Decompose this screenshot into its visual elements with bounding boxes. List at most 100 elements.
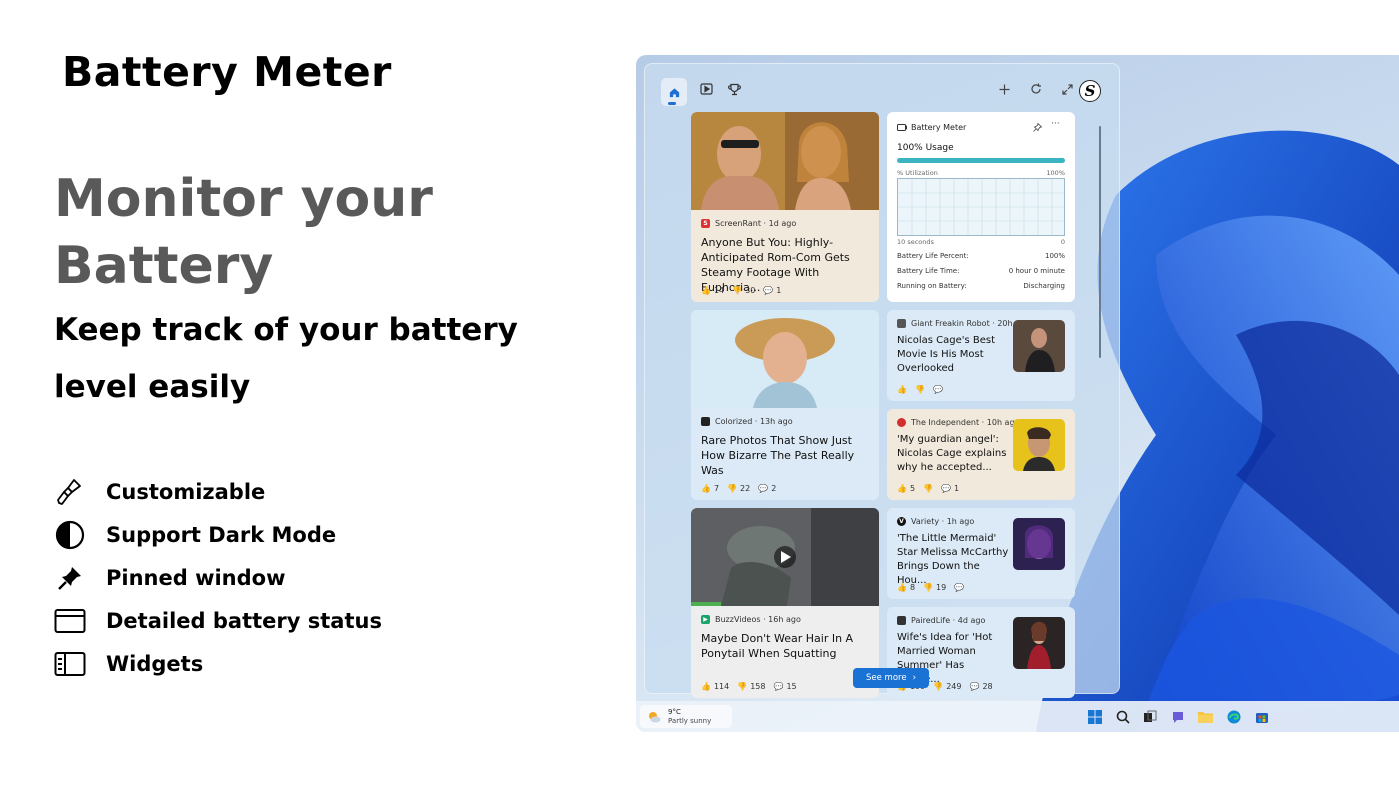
expand-button[interactable] xyxy=(1056,78,1078,100)
dislike-button[interactable]: 👎 xyxy=(923,484,933,493)
tab-video[interactable] xyxy=(695,78,717,100)
dislike-button[interactable]: 👎 249 xyxy=(933,682,961,691)
like-button[interactable]: 👍 14 xyxy=(701,286,724,295)
thumbs-down-icon: 👎 xyxy=(727,484,738,493)
news-card[interactable]: ▶ BuzzVideos · 16h ago Maybe Don't Wear H… xyxy=(691,508,879,698)
news-headline[interactable]: Maybe Don't Wear Hair In A Ponytail When… xyxy=(701,631,873,661)
feature-item: Customizable xyxy=(54,470,382,513)
search-icon[interactable] xyxy=(1115,709,1130,724)
feature-label: Widgets xyxy=(106,651,204,676)
max-label: 100% xyxy=(1046,169,1065,177)
battery-icon xyxy=(897,124,907,131)
weather-widget[interactable]: 9°C Partly sunny xyxy=(640,705,732,728)
thumbs-down-icon: 👎 xyxy=(732,286,743,295)
like-button[interactable]: 👍 114 xyxy=(701,682,729,691)
battery-usage-text: 100% Usage xyxy=(897,143,954,153)
dislike-button[interactable]: 👎 158 xyxy=(737,682,765,691)
battery-meter-widget[interactable]: Battery Meter ··· 100% Usage % Utilizati… xyxy=(887,112,1075,302)
dislike-button[interactable]: 👎 30 xyxy=(732,286,755,295)
dislike-button[interactable]: 👎 xyxy=(915,385,925,394)
thumbs-up-icon: 👍 xyxy=(701,484,711,493)
comment-button[interactable]: 💬 1 xyxy=(763,286,781,295)
pin-icon[interactable] xyxy=(1033,123,1042,132)
widget-title: Battery Meter xyxy=(911,123,967,132)
panel-toolbar: S xyxy=(645,64,1119,110)
news-source: V Variety · 1h ago xyxy=(897,517,974,526)
tab-home[interactable] xyxy=(661,78,687,106)
panel-scrollbar[interactable] xyxy=(1099,126,1101,358)
tab-sports[interactable] xyxy=(723,78,745,100)
widgets-panel: S S ScreenRant · 1d ago Anyone But You: H… xyxy=(644,63,1120,698)
feature-item: Detailed battery status xyxy=(54,599,382,642)
news-card[interactable]: Colorized · 13h ago Rare Photos That Sho… xyxy=(691,310,879,500)
comment-icon: 💬 xyxy=(773,682,784,691)
avatar[interactable]: S xyxy=(1079,80,1101,102)
comment-icon: 💬 xyxy=(932,385,943,394)
edge-icon[interactable] xyxy=(1226,709,1241,724)
time-label: 10 seconds xyxy=(897,238,934,246)
news-source: PairedLife · 4d ago xyxy=(897,616,985,625)
more-options-icon[interactable]: ··· xyxy=(1051,119,1060,129)
news-stats: 👍 114 👎 158 💬 15 xyxy=(701,682,797,691)
refresh-icon xyxy=(1031,83,1041,94)
comment-button[interactable]: 💬 xyxy=(933,385,943,394)
source-icon xyxy=(701,417,710,426)
news-thumbnail xyxy=(1013,518,1065,570)
dislike-button[interactable]: 👎 19 xyxy=(923,583,946,592)
comment-button[interactable]: 💬 1 xyxy=(941,484,959,493)
thumbs-up-icon: 👍 xyxy=(897,385,907,394)
comment-button[interactable]: 💬 28 xyxy=(970,682,993,691)
thumbs-down-icon: 👎 xyxy=(737,682,748,691)
comment-button[interactable]: 💬 2 xyxy=(758,484,776,493)
thumbs-down-icon: 👎 xyxy=(933,682,944,691)
headline: Monitor your Battery xyxy=(54,169,433,296)
news-headline[interactable]: Rare Photos That Show Just How Bizarre T… xyxy=(701,433,873,478)
dislike-button[interactable]: 👎 22 xyxy=(727,484,750,493)
feature-label: Support Dark Mode xyxy=(106,522,337,547)
app-title: Battery Meter xyxy=(62,48,392,96)
news-image xyxy=(691,508,879,606)
comment-button[interactable]: 💬 xyxy=(954,583,964,592)
refresh-button[interactable] xyxy=(1025,78,1047,100)
plus-icon xyxy=(999,84,1009,94)
add-widget-button[interactable] xyxy=(993,78,1015,100)
news-headline[interactable]: 'My guardian angel': Nicolas Cage explai… xyxy=(897,433,1009,475)
see-more-button[interactable]: See more › xyxy=(853,668,929,688)
comment-button[interactable]: 💬 15 xyxy=(774,682,797,691)
thumbs-up-icon: 👍 xyxy=(897,484,907,493)
news-source: S ScreenRant · 1d ago xyxy=(701,219,796,228)
news-card[interactable]: S ScreenRant · 1d ago Anyone But You: Hig… xyxy=(691,112,879,302)
source-icon xyxy=(897,319,906,328)
comment-icon: 💬 xyxy=(763,286,774,295)
task-view-icon[interactable] xyxy=(1142,709,1157,724)
like-button[interactable]: 👍 5 xyxy=(897,484,915,493)
news-headline[interactable]: 'The Little Mermaid' Star Melissa McCart… xyxy=(897,532,1009,588)
like-button[interactable]: 👍 7 xyxy=(701,484,719,493)
start-icon[interactable] xyxy=(1087,709,1102,724)
chat-icon[interactable] xyxy=(1170,709,1185,724)
subline: Keep track of your battery level easily xyxy=(54,312,518,405)
trophy-icon xyxy=(727,83,741,95)
chevron-right-icon: › xyxy=(912,673,916,683)
home-icon xyxy=(669,87,679,97)
news-card[interactable]: The Independent · 10h ago 'My guardian a… xyxy=(887,409,1075,500)
feature-list: Customizable Support Dark Mode Pinned wi… xyxy=(54,470,382,685)
news-stats: 👍 7 👎 22 💬 2 xyxy=(701,484,776,493)
news-card[interactable]: V Variety · 1h ago 'The Little Mermaid' S… xyxy=(887,508,1075,599)
battery-row: Battery Life Percent: 100% xyxy=(897,252,1065,260)
news-card[interactable]: Giant Freakin Robot · 20h ... Nicolas Ca… xyxy=(887,310,1075,401)
like-button[interactable]: 👍 8 xyxy=(897,583,915,592)
like-button[interactable]: 👍 xyxy=(897,385,907,394)
news-headline[interactable]: Nicolas Cage's Best Movie Is His Most Ov… xyxy=(897,334,1007,376)
taskbar: 9°C Partly sunny xyxy=(636,701,1399,732)
desktop-screenshot: S S ScreenRant · 1d ago Anyone But You: H… xyxy=(636,55,1399,732)
widgets-icon xyxy=(54,648,86,680)
thumbs-down-icon: 👎 xyxy=(923,484,934,493)
news-stats: 👍 8 👎 19 💬 xyxy=(897,583,964,592)
thumbs-down-icon: 👎 xyxy=(923,583,934,592)
utilization-graph xyxy=(897,178,1065,236)
feature-item: Widgets xyxy=(54,642,382,685)
file-explorer-icon[interactable] xyxy=(1198,709,1213,724)
source-icon xyxy=(897,418,906,427)
store-icon[interactable] xyxy=(1254,709,1269,724)
